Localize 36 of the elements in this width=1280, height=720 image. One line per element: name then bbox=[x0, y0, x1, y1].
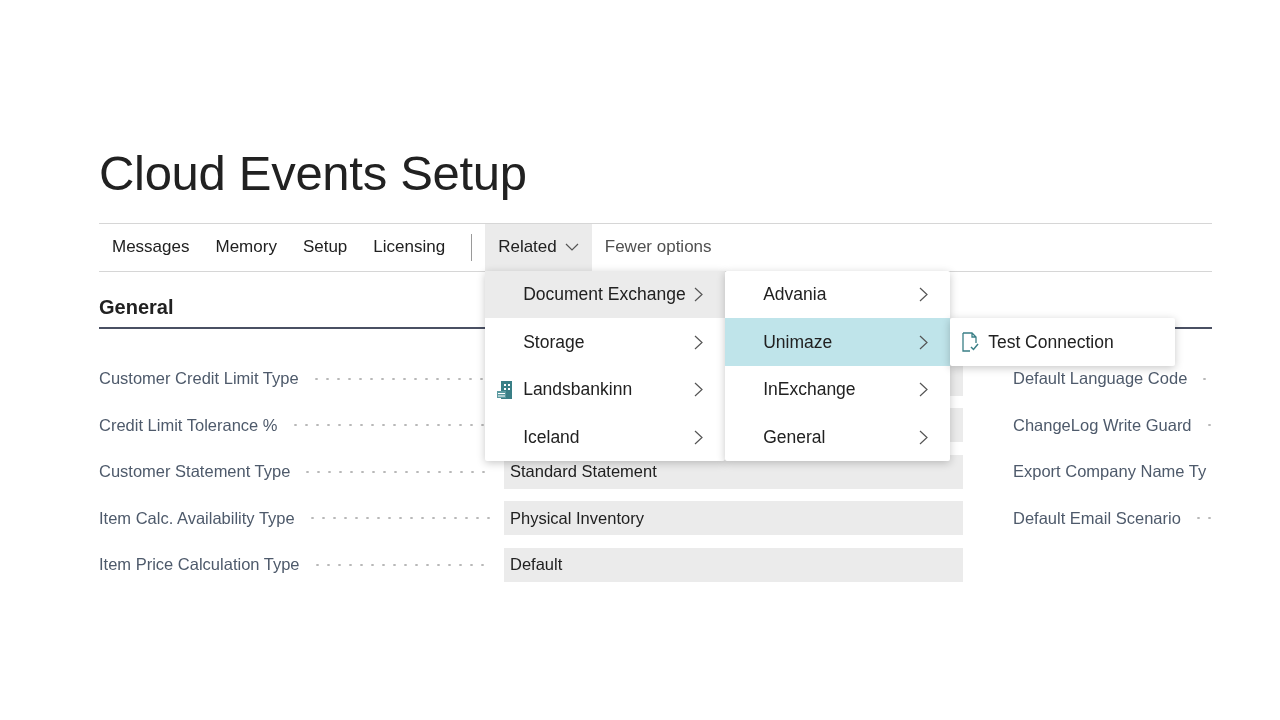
field-label: Item Price Calculation Type bbox=[99, 555, 300, 575]
chevron-right-icon bbox=[919, 334, 929, 350]
chevron-right-icon bbox=[694, 287, 704, 303]
menu-item[interactable]: Advania bbox=[725, 270, 951, 319]
chevron-right-icon bbox=[919, 287, 929, 303]
chevron-right-icon bbox=[694, 334, 704, 350]
chevron-right-icon bbox=[919, 382, 929, 398]
document-check-icon bbox=[961, 332, 980, 353]
chevron-right-icon bbox=[919, 429, 929, 445]
menu-item[interactable]: Document Exchange bbox=[485, 270, 726, 319]
menu-item[interactable]: Unimaze bbox=[725, 318, 951, 366]
field-label: Item Calc. Availability Type bbox=[99, 508, 295, 528]
menu-item[interactable]: Landsbankinn bbox=[485, 365, 726, 414]
field-label: Customer Credit Limit Type bbox=[99, 369, 299, 389]
menu-item[interactable]: Storage bbox=[485, 318, 726, 366]
value-field[interactable]: Physical Inventory bbox=[504, 501, 963, 536]
field-label: Customer Statement Type bbox=[99, 462, 291, 482]
menu-item[interactable]: InExchange bbox=[725, 365, 951, 414]
value-field[interactable]: Default bbox=[504, 547, 963, 582]
action-button[interactable]: Messages bbox=[99, 223, 203, 271]
menu-item[interactable]: Test Connection bbox=[950, 318, 1176, 366]
action-button[interactable]: Licensing bbox=[360, 223, 459, 271]
field-label: Default Email Scenario bbox=[1013, 508, 1181, 528]
field-label: Default Language Code bbox=[1013, 369, 1188, 389]
action-button[interactable]: Memory bbox=[202, 223, 290, 271]
chevron-right-icon bbox=[694, 429, 704, 445]
related-menu-button[interactable]: Related bbox=[485, 223, 592, 271]
chevron-right-icon bbox=[694, 382, 704, 398]
action-button[interactable]: Setup bbox=[289, 223, 361, 271]
page-title: Cloud Events Setup bbox=[99, 147, 528, 201]
caret-down-icon bbox=[564, 242, 579, 252]
building-icon bbox=[496, 379, 515, 400]
fewer-options-button[interactable]: Fewer options bbox=[591, 223, 725, 271]
field-label: ChangeLog Write Guard bbox=[1013, 415, 1192, 435]
field-label: Export Company Name Ty bbox=[1013, 462, 1207, 482]
field-label: Credit Limit Tolerance % bbox=[99, 415, 278, 435]
